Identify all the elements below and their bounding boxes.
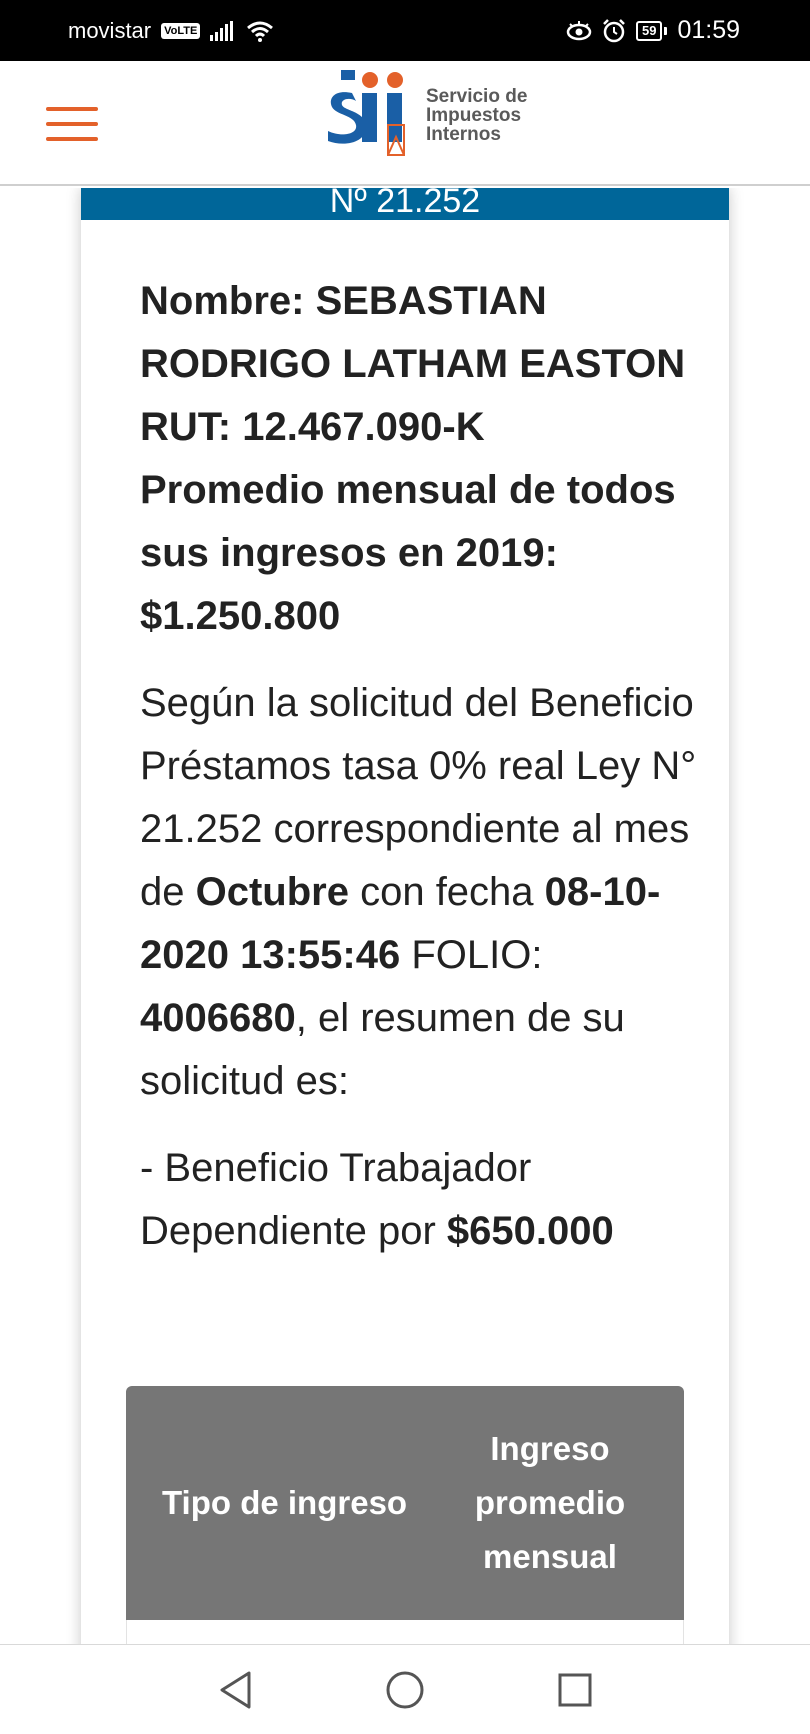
- card-body: Nombre: SEBASTIAN RODRIGO LATHAM EASTON …: [140, 270, 700, 1263]
- monthly-average: Promedio mensual de todos sus ingresos e…: [140, 468, 676, 638]
- menu-icon: [46, 107, 98, 111]
- alarm-icon: [603, 18, 625, 42]
- applicant-summary: Nombre: SEBASTIAN RODRIGO LATHAM EASTON …: [140, 270, 700, 648]
- home-icon: [386, 1671, 424, 1708]
- carrier-label: movistar: [68, 17, 152, 43]
- law-number-banner: Nº 21.252: [81, 188, 729, 220]
- column-header-average-income: Ingreso promedio mensual: [474, 1430, 626, 1575]
- folio-number: 4006680: [140, 996, 296, 1040]
- clock: 01:59: [677, 16, 740, 44]
- volte-badge: VoLTE: [161, 22, 201, 39]
- page-content[interactable]: Nº 21.252 Nombre: SEBASTIAN RODRIGO LATH…: [0, 188, 810, 1644]
- applicant-name: Nombre: SEBASTIAN RODRIGO LATHAM EASTON: [140, 279, 686, 386]
- battery-tip: [664, 26, 668, 35]
- logo-text-line: Internos: [426, 124, 501, 145]
- home-button[interactable]: [380, 1665, 430, 1715]
- signal-icon: [210, 20, 234, 41]
- site-header: Servicio de Impuestos Internos: [0, 61, 810, 186]
- menu-icon-bar: [46, 122, 98, 126]
- wifi-icon: [247, 21, 274, 42]
- back-icon: [220, 1671, 251, 1708]
- back-button[interactable]: [210, 1665, 260, 1715]
- status-bar: movistar VoLTE 59 01:59: [0, 0, 810, 61]
- battery-level: 59: [635, 20, 663, 41]
- column-header-income-type: Tipo de ingreso: [162, 1484, 408, 1521]
- request-month: Octubre: [195, 870, 349, 914]
- table-row: [126, 1620, 684, 1644]
- applicant-rut: RUT: 12.467.090-K: [140, 405, 485, 449]
- table-header: Tipo de ingreso Ingreso promedio mensual: [126, 1386, 684, 1620]
- logo-text-line: Servicio de: [426, 86, 528, 107]
- logo-text-line: Impuestos: [426, 105, 522, 126]
- battery-indicator: 59: [635, 20, 668, 41]
- logo-text: Servicio de Impuestos Internos: [426, 87, 527, 144]
- menu-button[interactable]: [46, 107, 98, 141]
- system-nav-bar: [0, 1644, 810, 1734]
- recents-button[interactable]: [550, 1665, 600, 1715]
- income-table: Tipo de ingreso Ingreso promedio mensual: [126, 1386, 684, 1644]
- text-segment: FOLIO:: [400, 933, 543, 977]
- eye-icon: [566, 20, 592, 40]
- benefit-line: - Beneficio Trabajador Dependiente por $…: [140, 1137, 700, 1263]
- text-segment: con fecha: [348, 870, 545, 914]
- request-description: Según la solicitud del Beneficio Préstam…: [140, 672, 700, 1113]
- certificate-card: Nº 21.252 Nombre: SEBASTIAN RODRIGO LATH…: [81, 188, 729, 1644]
- status-bar-left: movistar VoLTE: [68, 18, 274, 44]
- sii-logo-mark: [328, 70, 405, 156]
- recents-icon: [558, 1673, 592, 1706]
- status-bar-right: 59 01:59: [566, 16, 740, 45]
- sii-logo[interactable]: Servicio de Impuestos Internos: [322, 67, 542, 167]
- benefit-amount: $650.000: [446, 1209, 614, 1253]
- menu-icon-bar: [46, 137, 98, 141]
